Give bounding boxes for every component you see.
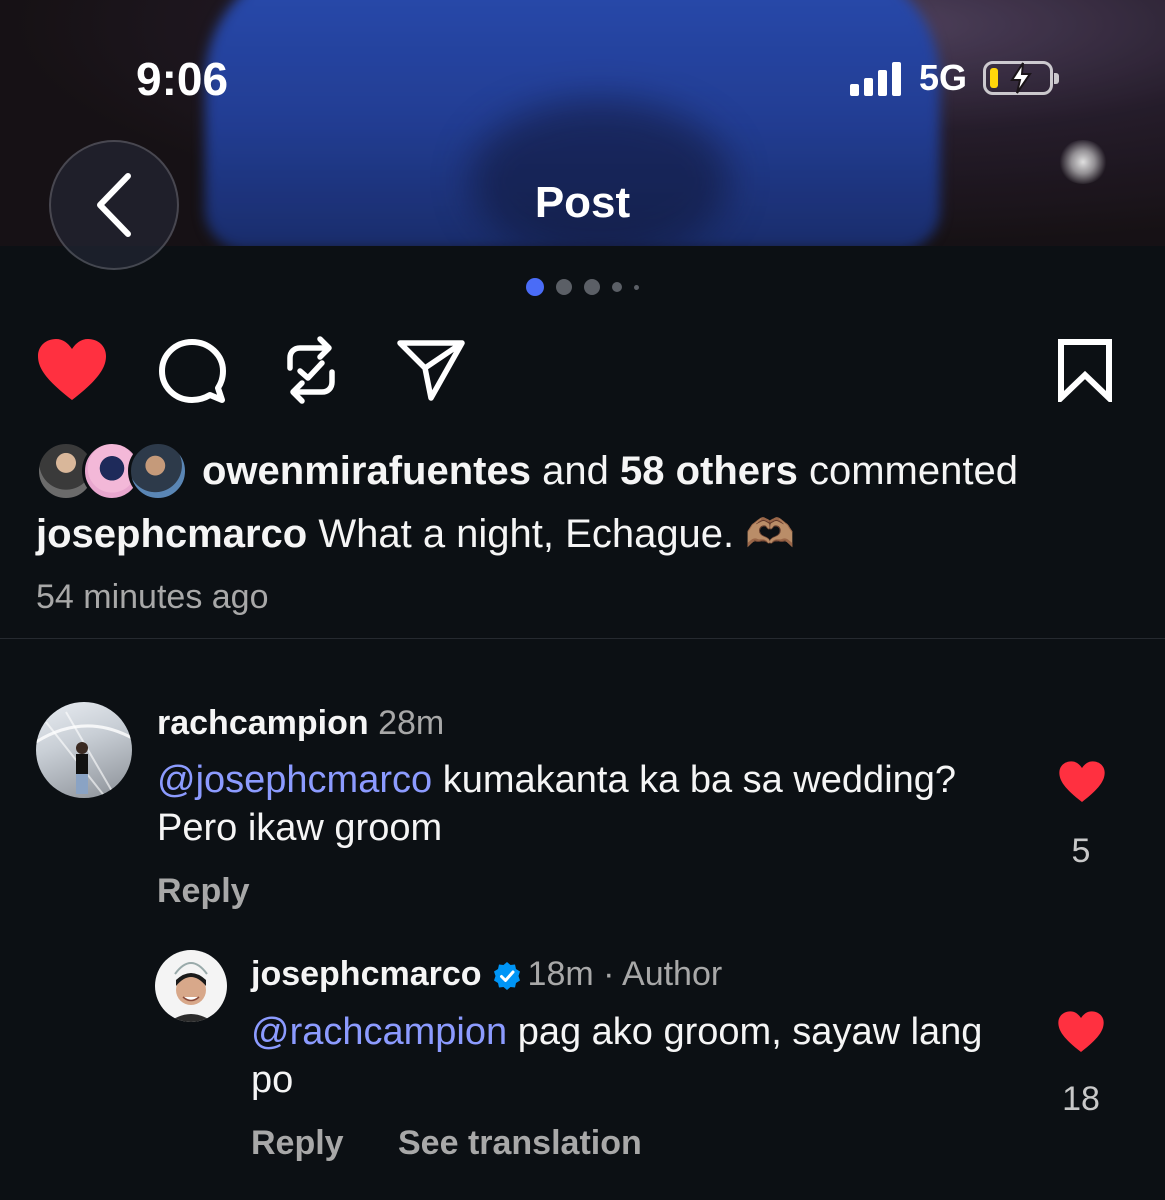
- comment-like-count: 5: [1071, 832, 1091, 870]
- carousel-dot: [634, 284, 639, 290]
- repost-icon[interactable]: [282, 334, 340, 406]
- carousel-dot: [556, 279, 572, 295]
- mention-link[interactable]: @rachcampion: [251, 1011, 507, 1053]
- reply-body: @rachcampion pag ako groom, sayaw lang p…: [251, 1008, 1011, 1104]
- divider: [0, 638, 1165, 639]
- send-icon[interactable]: [396, 338, 466, 402]
- page-title: Post: [534, 178, 631, 227]
- mention-link[interactable]: @josephcmarco: [157, 759, 432, 801]
- commenters-summary[interactable]: owenmirafuentes and 58 others commented: [36, 440, 1018, 502]
- reply-header: josephcmarco 18m · Author: [251, 955, 722, 994]
- comment-body: @josephcmarco kumakanta ka ba sa wedding…: [157, 756, 997, 852]
- status-time: 9:06: [136, 53, 229, 105]
- comment-like-icon[interactable]: [1057, 1010, 1105, 1054]
- carousel-indicator: [0, 278, 1165, 296]
- avatar: [128, 441, 188, 501]
- author-label: · Author: [603, 955, 723, 993]
- carousel-dot: [612, 282, 622, 292]
- verified-badge-icon: [493, 962, 520, 991]
- carousel-dot: [584, 279, 600, 295]
- caption-text: What a night, Echague. 🫶🏽: [318, 512, 796, 556]
- avatar-image: [36, 711, 132, 798]
- carousel-dot-active: [526, 278, 544, 296]
- reply-button[interactable]: Reply: [157, 872, 250, 911]
- post-caption: josephcmarco What a night, Echague. 🫶🏽: [36, 510, 795, 557]
- comment-like-icon[interactable]: [1058, 760, 1106, 804]
- comment-header: rachcampion 28m: [157, 704, 444, 743]
- comment-icon[interactable]: [158, 338, 226, 404]
- see-translation-button[interactable]: See translation: [398, 1124, 642, 1163]
- commenter-username[interactable]: owenmirafuentes: [202, 449, 531, 493]
- signal-icon: [850, 60, 901, 96]
- avatar[interactable]: [36, 702, 132, 798]
- commenters-text: owenmirafuentes and 58 others commented: [202, 448, 1018, 493]
- network-label: 5G: [919, 57, 968, 98]
- comment-time: 18m: [527, 955, 594, 993]
- others-count[interactable]: 58 others: [620, 449, 798, 493]
- avatar-image: [169, 962, 213, 1022]
- avatar[interactable]: [155, 950, 227, 1022]
- reply-button[interactable]: Reply: [251, 1124, 344, 1163]
- comment-username[interactable]: rachcampion: [157, 704, 369, 742]
- bookmark-icon[interactable]: [1056, 338, 1114, 402]
- status-indicators: 5G: [850, 57, 1060, 98]
- charging-bolt-icon: [1010, 62, 1032, 94]
- comment-username[interactable]: josephcmarco: [251, 955, 482, 993]
- battery-icon: [983, 61, 1060, 95]
- comment-time: 28m: [378, 704, 445, 742]
- post-timestamp: 54 minutes ago: [36, 578, 269, 616]
- comment-like-count: 18: [1062, 1080, 1100, 1118]
- post-author[interactable]: josephcmarco: [36, 512, 307, 556]
- commenter-avatars: [36, 441, 188, 501]
- heart-filled-icon[interactable]: [36, 338, 108, 402]
